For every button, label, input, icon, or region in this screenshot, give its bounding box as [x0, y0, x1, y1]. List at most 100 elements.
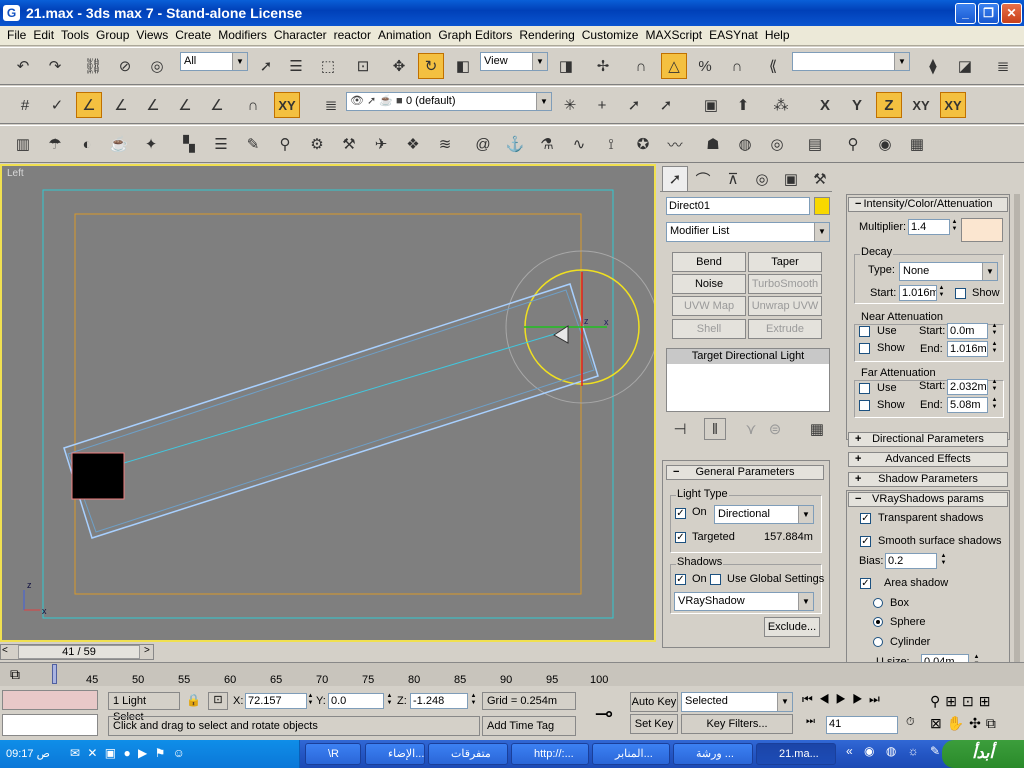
light-on-checkbox[interactable]: ✓: [675, 508, 686, 519]
go-end-icon[interactable]: ⏭: [869, 692, 886, 706]
extrude-button[interactable]: Extrude: [748, 319, 822, 339]
shell-button[interactable]: Shell: [672, 319, 746, 339]
axis-xy-lock-button[interactable]: XY: [274, 92, 300, 118]
ref-coord-dropdown[interactable]: View ▼: [480, 52, 548, 71]
decay-start-spinner[interactable]: ▲ ▼: [937, 285, 946, 301]
set-current-layer-icon[interactable]: ➚: [653, 92, 679, 118]
add-time-tag-button[interactable]: Add Time Tag: [482, 716, 576, 736]
hierarchy-tab-icon[interactable]: ⊼: [720, 166, 746, 192]
play-icon[interactable]: ▶: [836, 692, 853, 706]
gear-icon[interactable]: ⚙: [304, 131, 330, 157]
x-field[interactable]: 72.157: [245, 693, 307, 709]
menu-modifiers[interactable]: Modifiers: [211, 26, 267, 45]
menu-rendering[interactable]: Rendering: [512, 26, 574, 45]
box-icon[interactable]: ▣: [698, 92, 724, 118]
cloth-icon[interactable]: ❖: [400, 131, 426, 157]
mirror-icon[interactable]: ⧫: [920, 53, 946, 79]
near-end-spinner[interactable]: ▲ ▼: [990, 341, 999, 357]
time-config-icon[interactable]: ⏱: [906, 716, 915, 729]
far-start-spinner[interactable]: ▲ ▼: [990, 379, 999, 395]
exclude-button[interactable]: Exclude...: [764, 617, 820, 637]
y-field[interactable]: 0.0: [328, 693, 384, 709]
close-button[interactable]: ✕: [1001, 3, 1022, 24]
menu-animation[interactable]: Animation: [371, 26, 431, 45]
task-r[interactable]: \R: [305, 743, 361, 765]
set-key-icon[interactable]: ⊸: [584, 694, 624, 734]
spinner-snap-icon[interactable]: ∩: [724, 53, 750, 79]
sphere-radio[interactable]: [873, 617, 883, 627]
arc-rotate-icon[interactable]: ✣: [969, 715, 986, 731]
near-use-checkbox[interactable]: [859, 326, 870, 337]
cylinder-radio[interactable]: [873, 637, 883, 647]
display-tab-icon[interactable]: ▣: [778, 166, 804, 192]
bind-spacewarp-icon[interactable]: ◎: [144, 53, 170, 79]
modify-tab-icon[interactable]: ⌒: [690, 166, 716, 192]
move-icon[interactable]: ✥: [386, 53, 412, 79]
layers-icon[interactable]: ≣: [318, 92, 344, 118]
menu-edit[interactable]: Edit: [26, 26, 54, 45]
shadow-parameters-rollout[interactable]: + Shadow Parameters: [848, 472, 1008, 487]
auto-key-button[interactable]: Auto Key: [630, 692, 678, 712]
menu-group[interactable]: Group: [89, 26, 129, 45]
current-frame-field[interactable]: 41: [826, 716, 898, 734]
particles-icon[interactable]: ⁂: [768, 92, 794, 118]
wing-icon[interactable]: ✈: [368, 131, 394, 157]
far-use-checkbox[interactable]: [859, 383, 870, 394]
start-button[interactable]: أبدأ: [942, 740, 1024, 768]
far-start-field[interactable]: 2.032m: [947, 379, 988, 395]
hinge-icon[interactable]: ⟟: [598, 131, 624, 157]
snap-3-icon[interactable]: ∩: [628, 53, 654, 79]
set-key-button[interactable]: Set Key: [630, 714, 678, 734]
taper-button[interactable]: Taper: [748, 252, 822, 272]
time-next-icon[interactable]: >: [144, 645, 150, 656]
task-3dsmax[interactable]: 21.ma...: [756, 743, 836, 765]
motor-icon[interactable]: ⚓: [502, 131, 528, 157]
make-unique-icon[interactable]: ⋎: [740, 418, 762, 440]
snap-midpoint-icon[interactable]: ∠: [140, 92, 166, 118]
menu-help[interactable]: Help: [758, 26, 790, 45]
axis-x-button[interactable]: X: [812, 92, 838, 118]
zoom-icon[interactable]: ⚲: [930, 693, 945, 709]
material-editor-icon[interactable]: ⚲: [840, 131, 866, 157]
vortex-icon[interactable]: ◎: [764, 131, 790, 157]
select-in-layer-icon[interactable]: ➚: [621, 92, 647, 118]
add-to-layer-icon[interactable]: +: [589, 92, 615, 118]
current-frame-marker[interactable]: [52, 664, 57, 684]
render-up-icon[interactable]: ⬆: [730, 92, 756, 118]
menu-file[interactable]: File: [0, 26, 26, 45]
maxscript-input[interactable]: [2, 714, 98, 736]
select-object-icon[interactable]: ➚: [253, 53, 279, 79]
select-manipulate-icon[interactable]: ✢: [590, 53, 616, 79]
pivot-center-icon[interactable]: ◨: [553, 53, 579, 79]
configure-sets-icon[interactable]: ▦: [806, 418, 828, 440]
wheel-icon[interactable]: ✪: [630, 131, 656, 157]
smooth-shadows-checkbox[interactable]: ✓: [860, 536, 871, 547]
minimize-button[interactable]: _: [955, 3, 976, 24]
render-frame-icon[interactable]: ▦: [904, 131, 930, 157]
time-prev-icon[interactable]: <: [2, 645, 8, 656]
menu-graph-editors[interactable]: Graph Editors: [431, 26, 512, 45]
rope-icon[interactable]: 〰: [662, 131, 688, 157]
tray-icons[interactable]: ✉ ✕ ▣ ● ▶ ⚑ ☺: [70, 746, 187, 760]
time-slider-thumb[interactable]: 41 / 59: [18, 645, 140, 659]
task-http[interactable]: http://:...: [511, 743, 589, 765]
bend-button[interactable]: Bend: [672, 252, 746, 272]
unlink-icon[interactable]: ⊘: [112, 53, 138, 79]
menu-views[interactable]: Views: [129, 26, 168, 45]
create-layer-icon[interactable]: ✳: [557, 92, 583, 118]
directional-parameters-rollout[interactable]: + Directional Parameters: [848, 432, 1008, 447]
intensity-header[interactable]: − Intensity/Color/Attenuation: [848, 197, 1008, 212]
stack-item[interactable]: Target Directional Light: [667, 349, 829, 364]
undo-icon[interactable]: ↶: [10, 53, 36, 79]
tshirt-icon[interactable]: ☗: [700, 131, 726, 157]
key-filters-button[interactable]: Key Filters...: [681, 714, 793, 734]
absolute-mode-icon[interactable]: ⊡: [208, 692, 228, 710]
stack-icon[interactable]: ☰: [208, 131, 234, 157]
bias-spinner[interactable]: ▲ ▼: [939, 553, 948, 569]
object-color-swatch[interactable]: [814, 197, 830, 215]
axis-y-button[interactable]: Y: [844, 92, 870, 118]
viewport-left[interactable]: Left z x z x: [0, 164, 656, 642]
pin-stack-icon[interactable]: ⊣: [668, 418, 692, 440]
task-workshop[interactable]: ورشة ...: [673, 743, 753, 765]
decay-show-checkbox[interactable]: [955, 288, 966, 299]
